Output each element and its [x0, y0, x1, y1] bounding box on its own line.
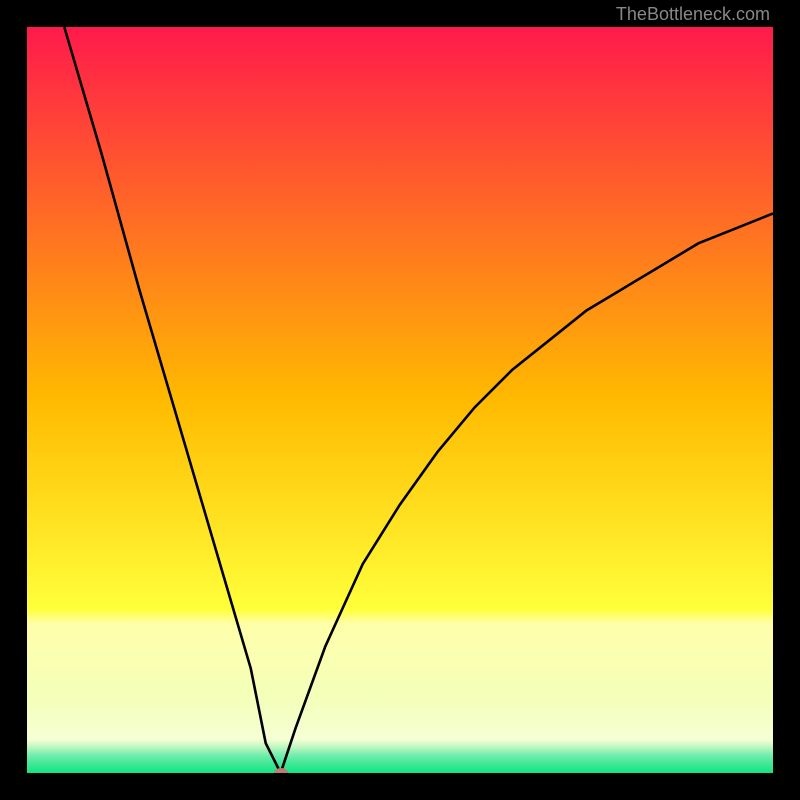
plot-area	[27, 27, 773, 773]
watermark-text: TheBottleneck.com	[616, 4, 770, 25]
chart-frame: TheBottleneck.com	[0, 0, 800, 800]
background-gradient	[27, 27, 773, 773]
minimum-marker	[274, 768, 288, 773]
